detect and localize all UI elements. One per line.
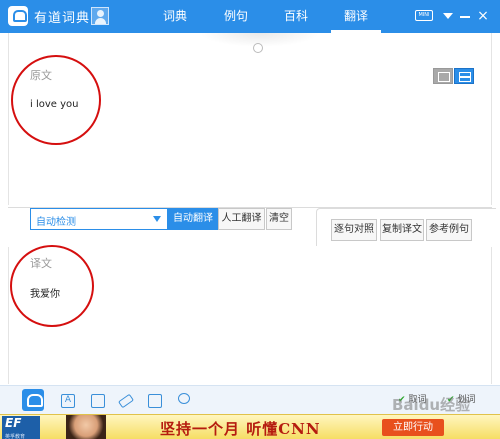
minimize-icon[interactable] — [458, 10, 472, 22]
ad-banner[interactable]: EF 英孚教育 坚持一个月 听懂CNN 立即行动 — [0, 414, 500, 439]
close-icon[interactable]: × — [476, 9, 490, 23]
language-select-value: 自动检测 — [36, 217, 76, 228]
ad-portrait-image — [66, 415, 106, 439]
mini-mode-button[interactable]: MINI — [415, 10, 433, 21]
human-translate-button[interactable]: 人工翻译 — [218, 208, 265, 230]
collapse-handle-icon[interactable] — [253, 43, 263, 53]
baidu-watermark: Baidu经验 — [392, 396, 471, 414]
chevron-down-icon — [153, 216, 161, 222]
text-translate-icon[interactable]: A — [61, 394, 75, 408]
app-title: 有道词典 — [34, 11, 91, 26]
pen-icon[interactable] — [117, 393, 135, 409]
tab-encyclopedia[interactable]: 百科 — [271, 0, 321, 33]
auto-translate-button[interactable]: 自动翻译 — [168, 208, 218, 230]
language-select[interactable]: 自动检测 — [30, 208, 168, 230]
ef-logo: EF 英孚教育 — [2, 416, 40, 439]
tab-dictionary[interactable]: 词典 — [150, 0, 200, 33]
tab-translate[interactable]: 翻译 — [331, 0, 381, 33]
youdao-logo-icon — [8, 6, 28, 26]
annotation-circle-source — [11, 55, 101, 145]
reference-examples-button[interactable]: 参考例句 — [426, 219, 472, 241]
copy-translation-button[interactable]: 复制译文 — [380, 219, 424, 241]
image-translate-icon[interactable] — [91, 394, 105, 408]
ad-cta-button[interactable]: 立即行动 — [382, 419, 444, 436]
dictionary-home-icon[interactable] — [22, 389, 44, 411]
title-bar: 有道词典 词典 例句 百科 翻译 MINI × — [0, 0, 500, 33]
sentence-compare-button[interactable]: 逐句对照 — [331, 219, 377, 241]
user-avatar-icon[interactable] — [91, 7, 109, 25]
menu-dropdown-icon[interactable] — [441, 10, 455, 22]
single-pane-layout-icon[interactable] — [433, 68, 453, 84]
split-pane-layout-icon[interactable] — [454, 68, 474, 84]
ad-headline: 坚持一个月 听懂CNN — [160, 420, 321, 438]
tab-examples[interactable]: 例句 — [211, 0, 261, 33]
annotation-circle-result — [10, 245, 94, 327]
clear-button[interactable]: 清空 — [266, 208, 292, 230]
share-icon[interactable] — [176, 389, 198, 411]
document-icon[interactable] — [148, 394, 162, 408]
